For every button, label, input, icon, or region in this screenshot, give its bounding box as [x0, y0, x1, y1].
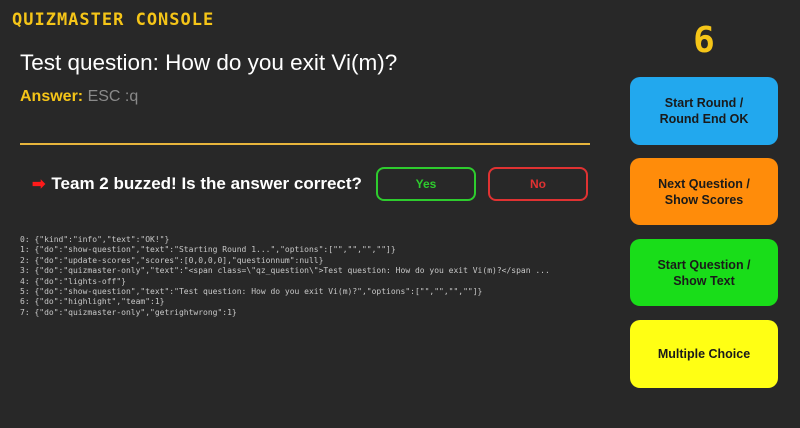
answer-label: Answer:: [20, 88, 84, 105]
log-line: 1: {"do":"show-question","text":"Startin…: [20, 245, 396, 255]
question-text: Test question: How do you exit Vi(m)?: [20, 50, 398, 75]
console-title: QUIZMASTER CONSOLE: [12, 10, 215, 30]
no-button[interactable]: No: [488, 167, 588, 201]
log-line: 5: {"do":"show-question","text":"Test qu…: [20, 287, 483, 297]
multiple-choice-button[interactable]: Multiple Choice: [630, 320, 778, 388]
log-line: 6: {"do":"highlight","team":1}: [20, 297, 165, 307]
message-log: 0: {"kind":"info","text":"OK!"} 1: {"do"…: [20, 235, 595, 318]
right-arrow-icon: ➡: [32, 176, 46, 193]
log-line: 3: {"do":"quizmaster-only","text":"<span…: [20, 266, 550, 276]
next-question-button[interactable]: Next Question / Show Scores: [630, 158, 778, 225]
start-question-button[interactable]: Start Question / Show Text: [630, 239, 778, 306]
buzz-message: ➡ Team 2 buzzed! Is the answer correct?: [32, 174, 362, 194]
log-line: 0: {"kind":"info","text":"OK!"}: [20, 235, 170, 244]
buzz-text: Team 2 buzzed! Is the answer correct?: [51, 174, 362, 193]
answer-row: Answer: ESC :q: [20, 88, 138, 106]
divider: [20, 143, 590, 145]
log-line: 2: {"do":"update-scores","scores":[0,0,0…: [20, 255, 324, 265]
log-line: 4: {"do":"lights-off"}: [20, 276, 126, 286]
question-counter: 6: [693, 20, 715, 61]
answer-value: ESC :q: [87, 88, 139, 105]
yes-button[interactable]: Yes: [376, 167, 476, 201]
log-line: 7: {"do":"quizmaster-only","getrightwron…: [20, 307, 237, 317]
start-round-button[interactable]: Start Round / Round End OK: [630, 77, 778, 145]
